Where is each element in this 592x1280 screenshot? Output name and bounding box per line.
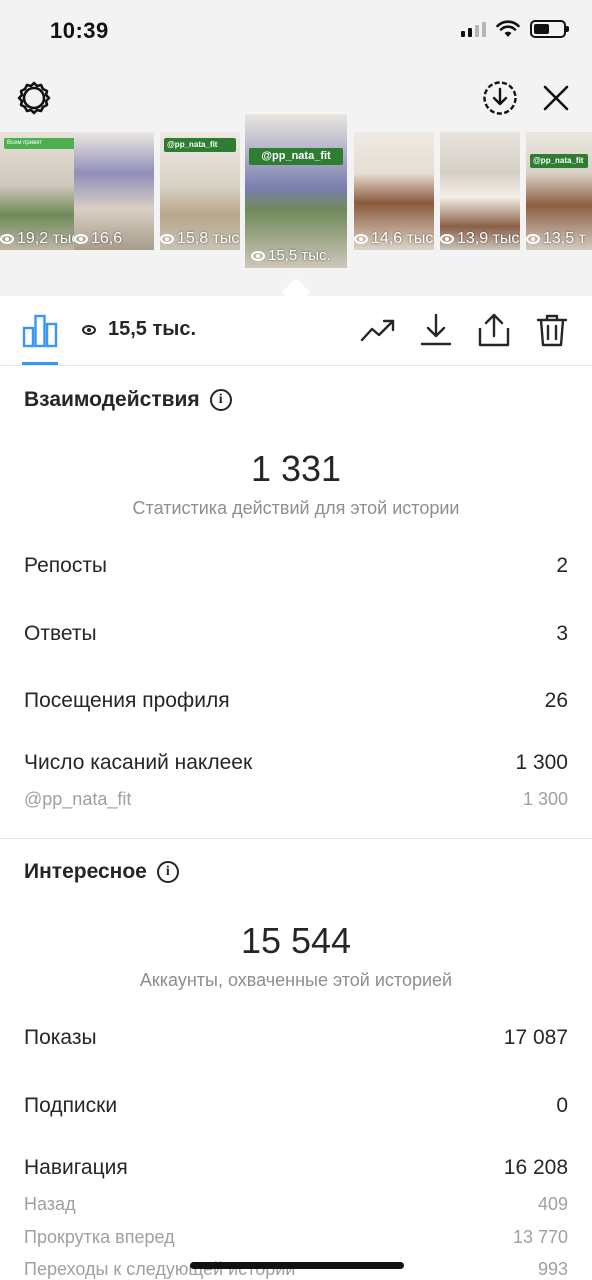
story-thumbnail[interactable]: Всем привет 19,2 тыс.: [0, 132, 80, 250]
interactions-total: 1 331: [250, 448, 342, 489]
story-views: 13,5 т: [526, 230, 586, 248]
status-time: 10:39: [50, 18, 109, 43]
story-views: 16,6: [74, 230, 122, 248]
story-tag: Всем привет: [4, 138, 76, 150]
stat-row: Число касаний наклеек 1 300: [24, 751, 568, 774]
stat-sub-row: Прокрутка вперед 13 770: [24, 1227, 568, 1247]
stat-row: Показы 17 087: [24, 1026, 568, 1049]
info-icon[interactable]: i: [209, 389, 232, 411]
trending-up-icon: [360, 319, 395, 342]
story-thumbnail-selected[interactable]: @pp_nata_fit 15,5 тыс.: [245, 114, 347, 268]
story-views: 13,9 тыс.: [440, 230, 520, 248]
story-thumbnail[interactable]: @pp_nata_fit 13,5 т: [526, 132, 592, 250]
active-tab-indicator: [22, 362, 58, 365]
eye-icon: [251, 250, 265, 261]
stat-row: Навигация 16 208: [24, 1156, 568, 1179]
story-thumbnail[interactable]: @pp_nata_fit 15,8 тыс.: [160, 132, 240, 250]
eye-icon: [354, 234, 368, 244]
share-button[interactable]: [476, 312, 512, 348]
download-icon: [420, 313, 452, 346]
story-tag: @pp_nata_fit: [164, 138, 236, 152]
story-thumbnail[interactable]: 13,9 тыс.: [440, 132, 520, 250]
story-tag: @pp_nata_fit: [249, 148, 343, 166]
story-thumbnail[interactable]: 14,6 тыс.: [354, 132, 434, 250]
interactions-caption: Статистика действий для этой истории: [132, 498, 460, 518]
status-icons: [461, 20, 569, 38]
stat-sub-row: @pp_nata_fit 1 300: [24, 789, 568, 809]
gear-icon: [17, 81, 51, 115]
signal-icon: [461, 21, 486, 37]
view-count-value: 15,5 тыс.: [108, 318, 197, 340]
close-icon: [543, 85, 569, 111]
eye-icon: [440, 234, 454, 244]
stat-row: Ответы 3: [24, 622, 568, 645]
eye-icon: [74, 234, 88, 244]
discovery-caption: Аккаунты, охваченные этой историей: [139, 970, 453, 990]
info-icon[interactable]: i: [156, 861, 179, 883]
story-views: 19,2 тыс.: [0, 230, 80, 248]
download-circle-icon: [483, 81, 517, 115]
stat-sub-row: Назад 409: [24, 1194, 568, 1214]
stat-row: Подписки 0: [24, 1094, 568, 1117]
story-thumbnail[interactable]: 16,6: [74, 132, 154, 250]
status-bar: 10:39: [0, 0, 592, 64]
delete-button[interactable]: [534, 312, 570, 348]
story-views: 15,5 тыс.: [251, 247, 331, 264]
story-views: 15,8 тыс.: [160, 230, 240, 248]
story-thumbnails: Всем привет 19,2 тыс. 16,6 @pp_nata_fit …: [0, 114, 592, 274]
settings-button[interactable]: [16, 80, 52, 116]
story-archive-panel: Всем привет 19,2 тыс. 16,6 @pp_nata_fit …: [0, 64, 592, 296]
stat-row: Посещения профиля 26: [24, 689, 568, 712]
promote-button[interactable]: [360, 312, 396, 348]
eye-icon: [0, 234, 14, 244]
story-tag: @pp_nata_fit: [530, 154, 588, 168]
download-story-button[interactable]: [482, 80, 518, 116]
battery-icon: [530, 20, 569, 38]
close-button[interactable]: [538, 80, 574, 116]
view-count: 15,5 тыс.: [82, 318, 196, 341]
story-views: 14,6 тыс.: [354, 230, 434, 248]
section-divider: [0, 838, 592, 839]
section-title: Взаимодействия i: [24, 388, 232, 412]
discovery-total: 15 544: [240, 920, 352, 961]
eye-icon: [82, 324, 96, 335]
eye-icon: [160, 234, 174, 244]
share-icon: [478, 313, 510, 347]
tab-insights[interactable]: [22, 312, 58, 348]
stat-row: Репосты 2: [24, 554, 568, 577]
home-indicator: [190, 1262, 404, 1269]
bar-chart-icon: [22, 314, 58, 348]
section-title: Интересное i: [24, 860, 179, 884]
trash-icon: [536, 314, 568, 347]
save-button[interactable]: [418, 312, 454, 348]
wifi-icon: [496, 20, 520, 37]
insights-toolbar: 15,5 тыс.: [0, 296, 592, 366]
eye-icon: [526, 234, 540, 244]
